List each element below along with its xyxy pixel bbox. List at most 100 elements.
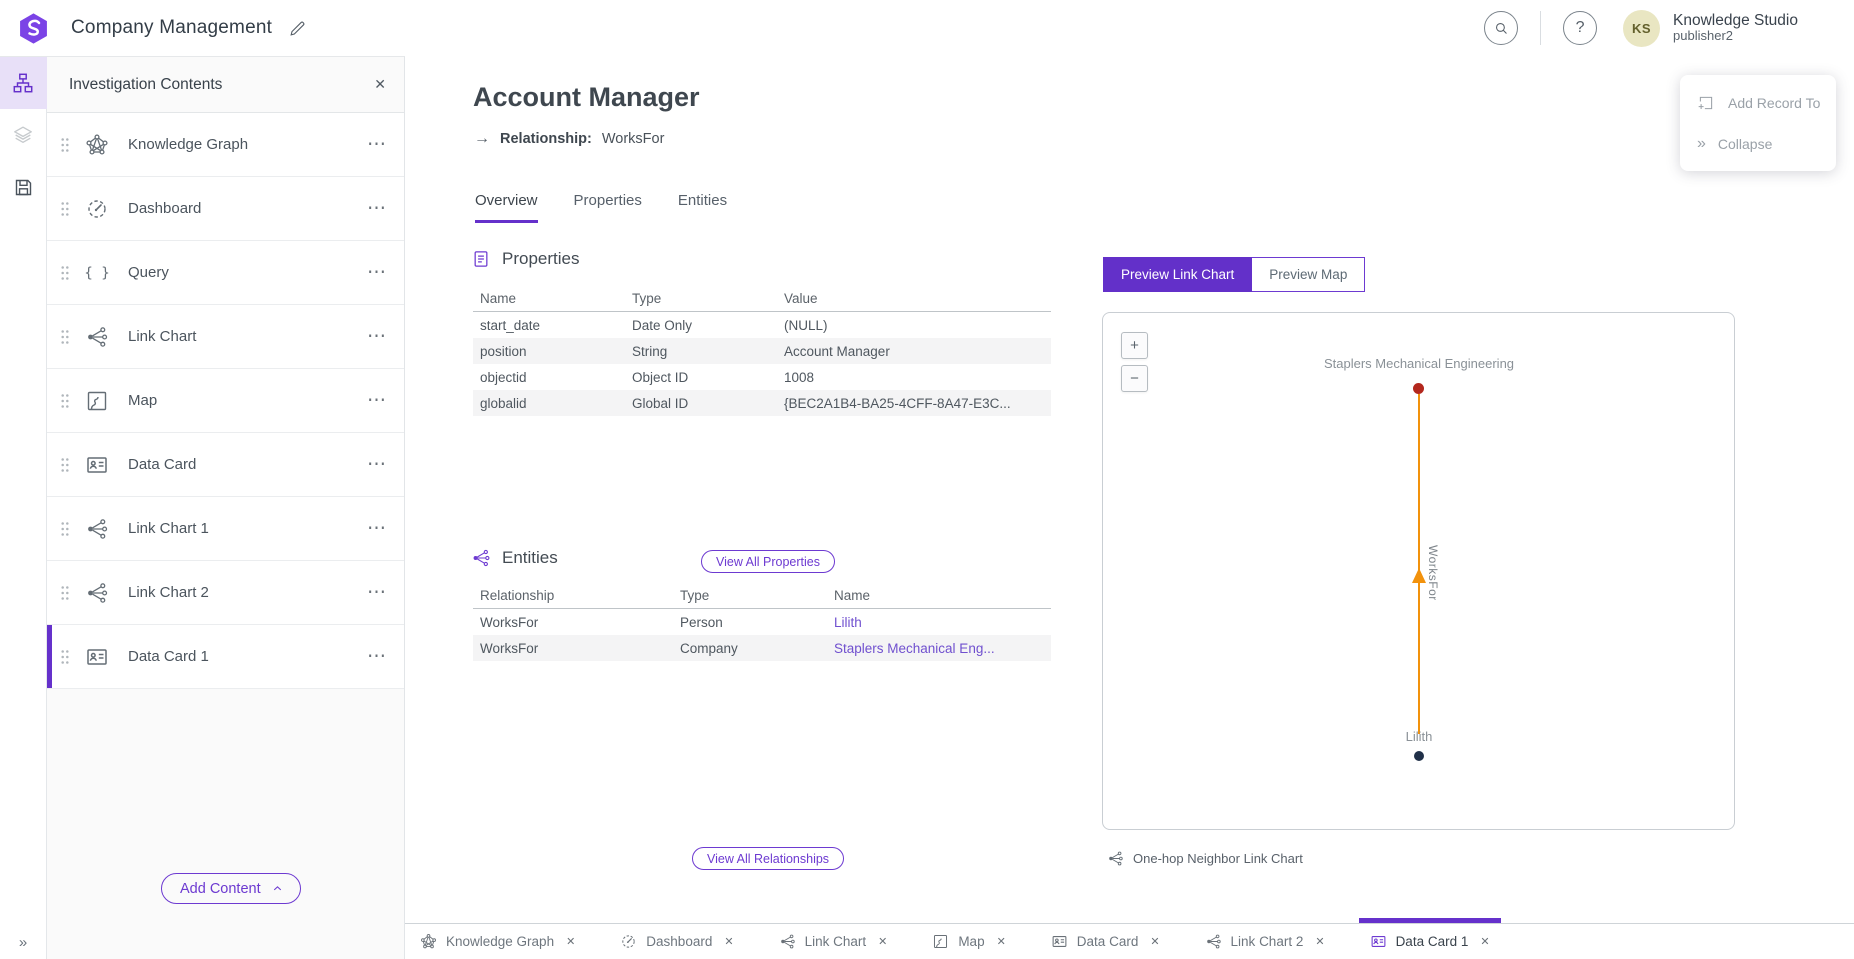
edit-title-button[interactable] xyxy=(288,19,307,38)
worksfor-edge-line[interactable] xyxy=(1418,394,1420,734)
data-card-icon xyxy=(1051,933,1068,950)
expand-panel-button[interactable]: » xyxy=(19,934,27,951)
bottom-tab-link-chart-2[interactable]: Link Chart 2 ✕ xyxy=(1205,924,1325,959)
entities-heading: Entities xyxy=(502,548,558,568)
zoom-in-button[interactable]: + xyxy=(1121,332,1148,359)
sidebar-header: Investigation Contents ✕ xyxy=(47,57,404,113)
user-info: Knowledge Studio publisher2 xyxy=(1673,12,1798,45)
drag-handle-icon[interactable] xyxy=(60,201,70,217)
item-menu-button[interactable]: ⋯ xyxy=(367,524,387,534)
preview-link-chart-button[interactable]: Preview Link Chart xyxy=(1103,257,1252,292)
properties-table-header: Name Type Value xyxy=(473,286,1051,312)
menu-item-add-record-to[interactable]: Add Record To xyxy=(1680,82,1836,123)
drag-handle-icon[interactable] xyxy=(60,393,70,409)
table-row[interactable]: WorksFor Company Staplers Mechanical Eng… xyxy=(473,635,1051,661)
rail-item-contents[interactable] xyxy=(0,57,47,109)
bottom-tab-data-card-1[interactable]: Data Card 1 ✕ xyxy=(1370,924,1490,959)
item-menu-button[interactable]: ⋯ xyxy=(367,460,387,470)
properties-table: Name Type Value start_date Date Only (NU… xyxy=(473,286,1051,416)
drag-handle-icon[interactable] xyxy=(60,585,70,601)
col-name: Name xyxy=(827,588,1051,603)
data-card-icon xyxy=(85,453,109,477)
item-menu-button[interactable]: ⋯ xyxy=(367,588,387,598)
item-menu-button[interactable]: ⋯ xyxy=(367,204,387,214)
record-context-menu: Add Record To » Collapse xyxy=(1680,75,1836,171)
close-icon[interactable]: ✕ xyxy=(1150,935,1159,948)
item-menu-button[interactable]: ⋯ xyxy=(367,332,387,342)
drag-handle-icon[interactable] xyxy=(60,649,70,665)
item-menu-button[interactable]: ⋯ xyxy=(367,396,387,406)
item-label: Knowledge Graph xyxy=(128,136,248,153)
entity-name-link[interactable]: Staplers Mechanical Eng... xyxy=(827,641,1051,656)
tab-label: Map xyxy=(958,934,984,949)
item-label: Link Chart 1 xyxy=(128,520,209,537)
rail-item-layers[interactable] xyxy=(0,109,47,161)
node-label-company[interactable]: Staplers Mechanical Engineering xyxy=(1324,356,1514,371)
sidebar-item-data-card[interactable]: Data Card ⋯ xyxy=(47,433,404,497)
tab-label: Dashboard xyxy=(646,934,712,949)
person-node-dot[interactable] xyxy=(1414,751,1424,761)
entity-name-link[interactable]: Lilith xyxy=(827,615,1051,630)
table-row[interactable]: position String Account Manager xyxy=(473,338,1051,364)
rail-item-save[interactable] xyxy=(0,161,47,213)
sidebar-item-link-chart[interactable]: Link Chart ⋯ xyxy=(47,305,404,369)
bottom-tab-link-chart[interactable]: Link Chart ✕ xyxy=(779,924,888,959)
close-icon[interactable]: ✕ xyxy=(1315,935,1324,948)
sidebar-item-data-card-1[interactable]: Data Card 1 ⋯ xyxy=(47,625,404,689)
sidebar-item-knowledge-graph[interactable]: Knowledge Graph ⋯ xyxy=(47,113,404,177)
node-label-person[interactable]: Lilith xyxy=(1406,729,1433,744)
drag-handle-icon[interactable] xyxy=(60,457,70,473)
sidebar-item-link-chart-1[interactable]: Link Chart 1 ⋯ xyxy=(47,497,404,561)
help-button[interactable]: ? xyxy=(1563,11,1597,45)
link-chart-preview-canvas[interactable]: + − Staplers Mechanical Engineering Work… xyxy=(1102,312,1735,830)
add-content-label: Add Content xyxy=(180,881,261,897)
sidebar-item-map[interactable]: Map ⋯ xyxy=(47,369,404,433)
table-row[interactable]: globalid Global ID {BEC2A1B4-BA25-4CFF-8… xyxy=(473,390,1051,416)
close-icon[interactable]: ✕ xyxy=(997,935,1006,948)
sidebar-title: Investigation Contents xyxy=(69,76,222,94)
search-button[interactable] xyxy=(1484,11,1518,45)
close-sidebar-button[interactable]: ✕ xyxy=(374,76,386,93)
view-all-properties-button[interactable]: View All Properties xyxy=(701,550,835,573)
map-icon xyxy=(932,933,949,950)
drag-handle-icon[interactable] xyxy=(60,265,70,281)
company-node-dot[interactable] xyxy=(1413,383,1424,394)
zoom-out-button[interactable]: − xyxy=(1121,365,1148,392)
sidebar-item-query[interactable]: Query ⋯ xyxy=(47,241,404,305)
entity-relationship: WorksFor xyxy=(473,615,673,630)
close-icon[interactable]: ✕ xyxy=(1480,935,1489,948)
close-icon[interactable]: ✕ xyxy=(724,935,733,948)
prop-type: String xyxy=(625,344,777,359)
user-avatar[interactable]: KS xyxy=(1623,10,1660,47)
tab-properties[interactable]: Properties xyxy=(574,192,642,223)
drag-handle-icon[interactable] xyxy=(60,137,70,153)
tab-overview[interactable]: Overview xyxy=(475,192,538,223)
col-type: Type xyxy=(673,588,827,603)
view-all-relationships-button[interactable]: View All Relationships xyxy=(692,847,844,870)
open-views-tab-bar: Knowledge Graph ✕ Dashboard ✕ Link Chart… xyxy=(405,923,1854,959)
menu-item-label: Add Record To xyxy=(1728,95,1820,111)
drag-handle-icon[interactable] xyxy=(60,521,70,537)
link-chart-icon xyxy=(85,517,109,541)
drag-handle-icon[interactable] xyxy=(60,329,70,345)
bottom-tab-map[interactable]: Map ✕ xyxy=(932,924,1005,959)
item-menu-button[interactable]: ⋯ xyxy=(367,268,387,278)
preview-map-button[interactable]: Preview Map xyxy=(1252,257,1365,292)
item-menu-button[interactable]: ⋯ xyxy=(367,140,387,150)
table-row[interactable]: WorksFor Person Lilith xyxy=(473,609,1051,635)
properties-section-header: Properties xyxy=(471,249,579,269)
table-row[interactable]: start_date Date Only (NULL) xyxy=(473,312,1051,338)
item-menu-button[interactable]: ⋯ xyxy=(367,652,387,662)
close-icon[interactable]: ✕ xyxy=(566,935,575,948)
close-icon[interactable]: ✕ xyxy=(878,935,887,948)
bottom-tab-dashboard[interactable]: Dashboard ✕ xyxy=(620,924,733,959)
bottom-tab-knowledge-graph[interactable]: Knowledge Graph ✕ xyxy=(420,924,575,959)
sidebar-item-link-chart-2[interactable]: Link Chart 2 ⋯ xyxy=(47,561,404,625)
table-row[interactable]: objectid Object ID 1008 xyxy=(473,364,1051,390)
tab-entities[interactable]: Entities xyxy=(678,192,727,223)
add-content-button[interactable]: Add Content xyxy=(161,873,301,904)
sidebar-item-dashboard[interactable]: Dashboard ⋯ xyxy=(47,177,404,241)
link-chart-icon xyxy=(1107,850,1124,867)
bottom-tab-data-card[interactable]: Data Card ✕ xyxy=(1051,924,1160,959)
menu-item-collapse[interactable]: » Collapse xyxy=(1680,123,1836,164)
